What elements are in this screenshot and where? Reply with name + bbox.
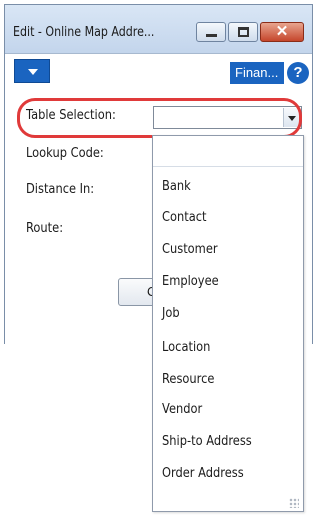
actions-menu-button[interactable] — [14, 59, 50, 83]
dropdown-option-bank[interactable]: Bank — [153, 171, 303, 202]
highlight-annotation — [17, 98, 302, 138]
chevron-down-icon — [28, 69, 38, 75]
minimize-button[interactable] — [196, 22, 226, 42]
dropdown-option-ship-to-address[interactable]: Ship-to Address — [153, 426, 303, 457]
lookup-code-label: Lookup Code: — [26, 146, 104, 161]
close-icon: ✕ — [275, 23, 289, 40]
help-icon[interactable]: ? — [287, 62, 309, 84]
dropdown-option-customer[interactable]: Customer — [153, 234, 303, 265]
maximize-icon — [238, 27, 249, 37]
dropdown-option-employee[interactable]: Employee — [153, 266, 303, 297]
resize-grip-icon[interactable] — [289, 498, 299, 508]
dropdown-option-order-address[interactable]: Order Address — [153, 458, 303, 489]
action-bar: Finan... ? — [5, 53, 312, 89]
distance-in-label: Distance In: — [26, 182, 95, 197]
maximize-button[interactable] — [228, 22, 258, 42]
dropdown-option-vendor[interactable]: Vendor — [153, 394, 303, 425]
dropdown-option-contact[interactable]: Contact — [153, 202, 303, 233]
minimize-icon — [206, 34, 217, 37]
dropdown-option-resource[interactable]: Resource — [153, 364, 303, 395]
dropdown-option-job[interactable]: Job — [153, 298, 303, 329]
dropdown-option-blank[interactable] — [153, 136, 303, 167]
finance-button[interactable]: Finan... — [230, 62, 284, 84]
title-bar[interactable]: Edit - Online Map Addre... ✕ — [5, 5, 312, 53]
table-selection-dropdown-list: Bank Contact Customer Employee Job Locat… — [152, 135, 304, 512]
dropdown-option-location[interactable]: Location — [153, 332, 303, 363]
close-button[interactable]: ✕ — [260, 22, 304, 42]
route-label: Route: — [26, 221, 64, 236]
window-title: Edit - Online Map Addre... — [13, 25, 155, 40]
